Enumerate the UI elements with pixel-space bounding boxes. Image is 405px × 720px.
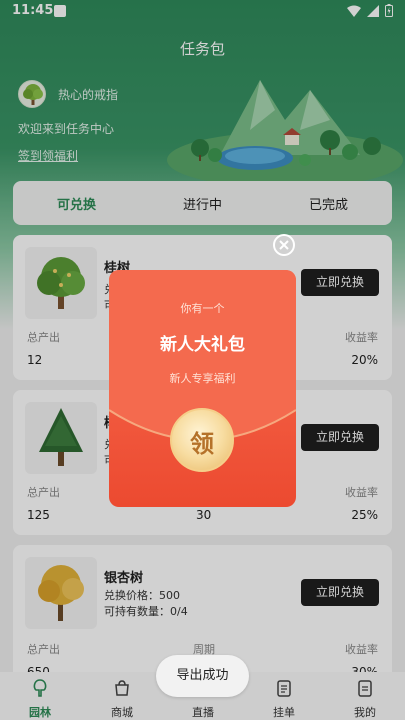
close-icon [279, 240, 289, 250]
claim-coin-button[interactable]: 领 [170, 408, 234, 472]
claim-coin-label: 领 [190, 430, 214, 458]
popup-desc: 新人专享福利 [169, 372, 236, 385]
close-button[interactable] [273, 234, 295, 256]
popup-subtitle: 你有一个 [180, 302, 225, 315]
red-packet-popup: 你有一个 新人大礼包 新人专享福利 领 [109, 270, 296, 507]
toast-message: 导出成功 [156, 655, 249, 697]
popup-title: 新人大礼包 [160, 335, 245, 355]
